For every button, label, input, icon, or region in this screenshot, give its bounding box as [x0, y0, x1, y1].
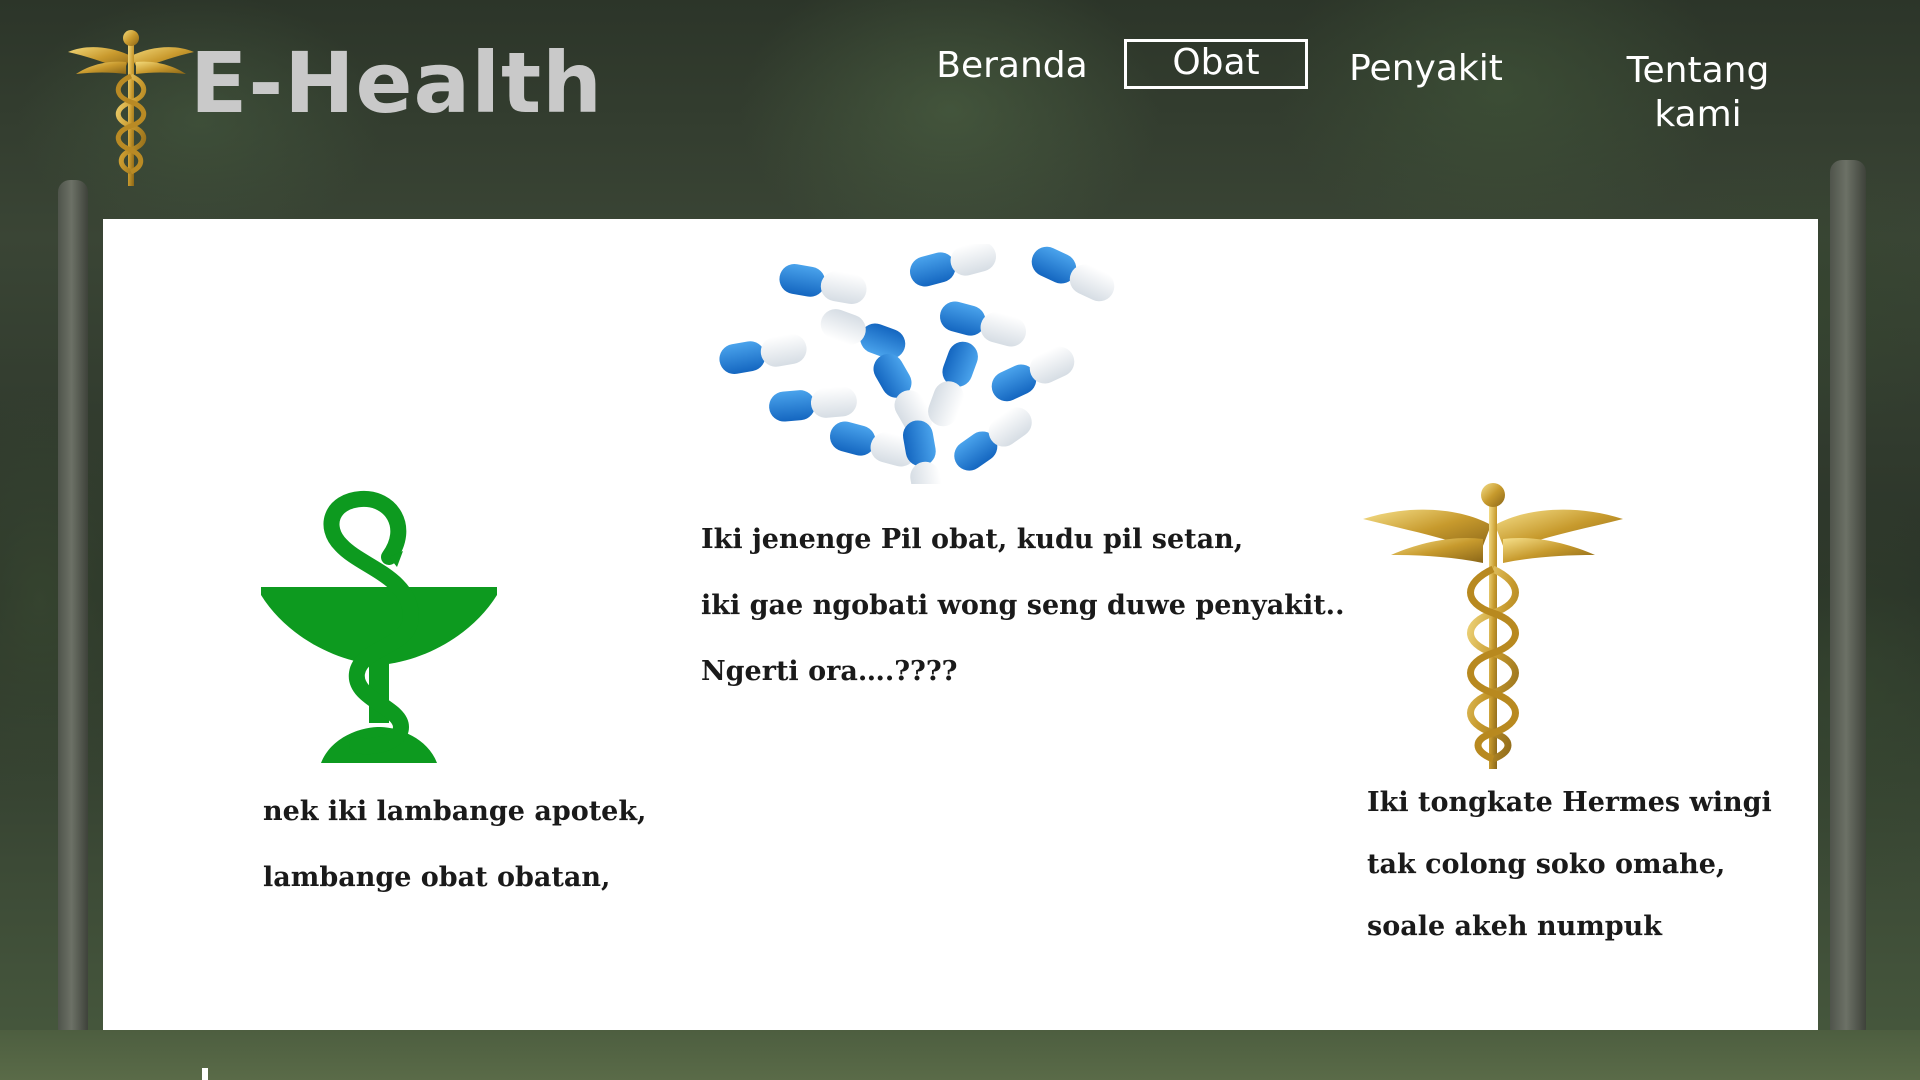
apotek-caption: nek iki lambange apotek, lambange obat o… — [263, 779, 646, 911]
content-panel: Iki jenenge Pil obat, kudu pil setan, ik… — [103, 219, 1818, 1030]
tree-trunk — [58, 180, 88, 1040]
nav-item-penyakit[interactable]: Penyakit — [1346, 47, 1506, 91]
nav-item-beranda[interactable]: Beranda — [928, 44, 1096, 88]
capsules-icon — [703, 238, 1153, 510]
speck — [202, 1068, 208, 1080]
nav-item-tentang-kami[interactable]: Tentang kami — [1580, 49, 1816, 135]
tree-trunk — [1830, 160, 1866, 1040]
caption-line: Iki jenenge Pil obat, kudu pil setan, — [701, 524, 1244, 555]
hermes-caduceus-icon — [1363, 479, 1623, 769]
caption-line: tak colong soko omahe, — [1367, 849, 1726, 880]
caption-line: lambange obat obatan, — [263, 862, 611, 893]
bowl-of-hygieia-icon — [261, 487, 497, 763]
caption-line: Iki tongkate Hermes wingi — [1367, 787, 1772, 818]
hermes-caption: Iki tongkate Hermes wingi tak colong sok… — [1367, 772, 1772, 958]
caption-line: nek iki lambange apotek, — [263, 796, 647, 827]
pills-caption: Iki jenenge Pil obat, kudu pil setan, ik… — [701, 507, 1344, 705]
logo-caduceus-icon — [66, 26, 196, 186]
caption-line: soale akeh numpuk — [1367, 911, 1662, 942]
grass-strip — [0, 1030, 1920, 1080]
brand-title: E-Health — [190, 34, 603, 132]
nav-item-obat[interactable]: Obat — [1124, 39, 1308, 89]
caption-line: Ngerti ora….???? — [701, 656, 958, 687]
caption-line: iki gae ngobati wong seng duwe penyakit.… — [701, 590, 1345, 621]
